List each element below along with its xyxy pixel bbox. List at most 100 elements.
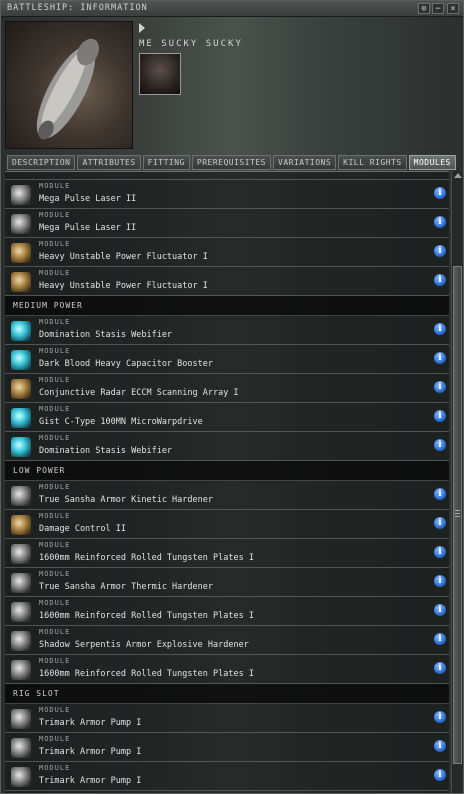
info-icon[interactable]: i [434, 187, 446, 199]
grip-line [455, 510, 460, 511]
list-item[interactable]: MODULE Mega Pulse Laser II i [5, 180, 449, 209]
item-kind: MODULE [39, 211, 71, 219]
tab-modules[interactable]: MODULES [408, 155, 456, 170]
scroll-up-icon[interactable] [454, 173, 462, 178]
item-name: True Sansha Armor Thermic Hardener [39, 582, 213, 592]
tab-attributes[interactable]: ATTRIBUTES [77, 155, 141, 170]
item-name: Dark Blood Heavy Capacitor Booster [39, 359, 213, 369]
list-item[interactable]: MODULE Heavy Unstable Power Fluctuator I… [5, 267, 449, 296]
item-name: Damage Control II [39, 524, 126, 534]
hardener-icon [11, 631, 31, 651]
item-name: Heavy Unstable Power Fluctuator I [39, 281, 208, 291]
list-item[interactable]: MODULE Heavy Unstable Power Fluctuator I… [5, 238, 449, 267]
info-icon[interactable]: i [434, 662, 446, 674]
item-kind: MODULE [39, 347, 71, 355]
list-item[interactable]: MODULE True Sansha Armor Kinetic Hardene… [5, 481, 449, 510]
list-item[interactable]: MODULE Domination Stasis Webifier i [5, 316, 449, 345]
info-icon[interactable]: i [434, 323, 446, 335]
armor-plate-icon [11, 660, 31, 680]
list-item[interactable]: MODULE Gist C-Type 100MN MicroWarpdrive … [5, 403, 449, 432]
item-name: Domination Stasis Webifier [39, 330, 173, 340]
list-item[interactable]: MODULE Damage Control II i [5, 510, 449, 539]
info-icon[interactable]: i [434, 410, 446, 422]
pilot-portrait[interactable] [139, 53, 181, 95]
item-kind: MODULE [39, 599, 71, 607]
tab-prerequisites[interactable]: PREREQUISITES [191, 155, 271, 170]
info-icon[interactable]: i [434, 604, 446, 616]
info-icon[interactable]: i [434, 769, 446, 781]
item-kind: MODULE [39, 434, 71, 442]
group-header-low-power: LOW POWER [5, 461, 449, 481]
item-kind: MODULE [39, 706, 71, 714]
list-item[interactable]: MODULE Conjunctive Radar ECCM Scanning A… [5, 374, 449, 403]
armor-plate-icon [11, 602, 31, 622]
list-item[interactable]: MODULE 1600mm Reinforced Rolled Tungsten… [5, 655, 449, 684]
list-item[interactable]: MODULE 1600mm Reinforced Rolled Tungsten… [5, 539, 449, 568]
rig-icon [11, 767, 31, 787]
item-name: Trimark Armor Pump I [39, 776, 142, 786]
expand-arrow-icon[interactable] [139, 23, 145, 33]
grip-line [455, 513, 460, 514]
tab-fitting[interactable]: FITTING [142, 155, 190, 170]
capacitor-booster-icon [11, 350, 31, 370]
armor-plate-icon [11, 544, 31, 564]
info-icon[interactable]: i [434, 381, 446, 393]
info-icon[interactable]: i [434, 352, 446, 364]
modules-list: MODULE Mega Pulse Laser II i MODULE Mega… [5, 171, 449, 793]
neut-icon [11, 272, 31, 292]
item-kind: MODULE [39, 318, 71, 326]
info-icon[interactable]: i [434, 439, 446, 451]
item-name: 1600mm Reinforced Rolled Tungsten Plates… [39, 553, 254, 563]
list-item[interactable]: MODULE Trimark Armor Pump I i [5, 704, 449, 733]
list-item[interactable]: MODULE Trimark Armor Pump I i [5, 762, 449, 791]
info-icon[interactable]: i [434, 633, 446, 645]
tab-kill-rights[interactable]: KILL RIGHTS [338, 155, 407, 170]
item-name: 1600mm Reinforced Rolled Tungsten Plates… [39, 669, 254, 679]
info-icon[interactable]: i [434, 216, 446, 228]
item-name: Mega Pulse Laser II [39, 194, 137, 204]
options-button[interactable]: ⊙ [418, 3, 430, 14]
list-item[interactable] [5, 172, 449, 180]
item-kind: MODULE [39, 269, 71, 277]
item-name: 1600mm Reinforced Rolled Tungsten Plates… [39, 611, 254, 621]
item-name: Trimark Armor Pump I [39, 747, 142, 757]
window-title: BATTLESHIP: INFORMATION [7, 3, 148, 13]
list-item[interactable]: MODULE 1600mm Reinforced Rolled Tungsten… [5, 597, 449, 626]
info-icon[interactable]: i [434, 517, 446, 529]
title-bar[interactable]: BATTLESHIP: INFORMATION ⊙ − × [1, 1, 463, 17]
minimize-button[interactable]: − [432, 3, 444, 14]
damage-control-icon [11, 515, 31, 535]
info-icon[interactable]: i [434, 740, 446, 752]
info-icon[interactable]: i [434, 274, 446, 286]
item-name: Shadow Serpentis Armor Explosive Hardene… [39, 640, 249, 650]
group-header-rig-slot: RIG SLOT [5, 684, 449, 704]
list-item[interactable]: MODULE Dark Blood Heavy Capacitor Booste… [5, 345, 449, 374]
info-icon[interactable]: i [434, 575, 446, 587]
close-button[interactable]: × [447, 3, 459, 14]
info-icon[interactable]: i [434, 245, 446, 257]
item-kind: MODULE [39, 570, 71, 578]
list-item[interactable]: MODULE Domination Stasis Webifier i [5, 432, 449, 461]
scrollbar[interactable] [451, 171, 463, 793]
info-icon[interactable]: i [434, 711, 446, 723]
item-name: True Sansha Armor Kinetic Hardener [39, 495, 213, 505]
list-item[interactable]: MODULE Mega Pulse Laser II i [5, 209, 449, 238]
item-name: Trimark Armor Pump I [39, 718, 142, 728]
list-item[interactable]: MODULE True Sansha Armor Thermic Hardene… [5, 568, 449, 597]
info-icon[interactable]: i [434, 546, 446, 558]
info-icon[interactable]: i [434, 488, 446, 500]
item-kind: MODULE [39, 628, 71, 636]
pilot-name[interactable]: ME SUCKY SUCKY [139, 39, 243, 49]
tab-description[interactable]: DESCRIPTION [7, 155, 76, 170]
tab-variations[interactable]: VARIATIONS [273, 155, 337, 170]
web-icon [11, 437, 31, 457]
list-item[interactable]: MODULE Shadow Serpentis Armor Explosive … [5, 626, 449, 655]
item-kind: MODULE [39, 512, 71, 520]
list-item[interactable]: MODULE Trimark Armor Pump I i [5, 733, 449, 762]
ship-image [5, 21, 133, 149]
item-name: Mega Pulse Laser II [39, 223, 137, 233]
item-kind: MODULE [39, 483, 71, 491]
hardener-icon [11, 573, 31, 593]
item-kind: MODULE [39, 735, 71, 743]
scroll-thumb[interactable] [453, 266, 462, 764]
